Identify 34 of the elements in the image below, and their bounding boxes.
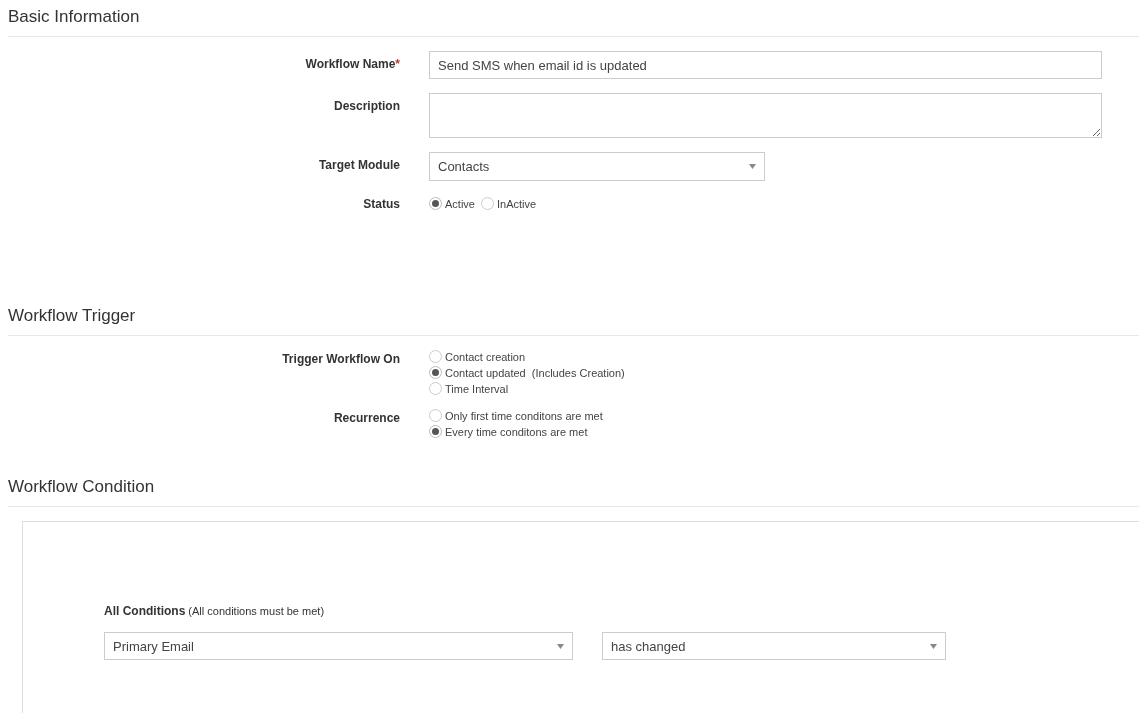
radio-button[interactable] <box>429 425 442 438</box>
condition-group-note: (All conditions must be met) <box>188 605 325 617</box>
radio-button[interactable] <box>429 197 442 210</box>
field-label: Trigger Workflow On <box>282 352 400 366</box>
caret-icon <box>930 643 937 649</box>
dropdown-field[interactable]: Contacts <box>429 152 765 181</box>
dropdown-field[interactable]: has changed <box>602 632 946 660</box>
field-label: Recurrence <box>333 411 400 425</box>
field-label: Description <box>334 99 400 113</box>
caret-icon <box>749 164 756 169</box>
dropdown-field[interactable]: Primary Email <box>104 632 573 660</box>
radio-label: Active <box>445 197 475 210</box>
section-heading: Workflow Trigger <box>7 305 137 327</box>
caret-icon <box>557 643 564 649</box>
required-mark: * <box>395 57 400 71</box>
field-label: Workflow Name <box>305 57 396 71</box>
radio-button[interactable] <box>429 409 442 422</box>
radio-label: Every time conditons are met <box>445 425 588 438</box>
section-heading: Basic Information <box>7 6 141 28</box>
radio-button[interactable] <box>429 366 442 379</box>
radio-label: Only first time conditons are met <box>445 409 603 422</box>
condition-group-title: All Conditions <box>104 604 186 618</box>
field-label: Target Module <box>318 158 400 172</box>
radio-label: Contact creation <box>445 350 526 363</box>
radio-button[interactable] <box>480 197 494 210</box>
text-input-field[interactable]: Send SMS when email id is updated <box>429 51 1102 79</box>
radio-button[interactable] <box>429 382 442 395</box>
radio-label: Contact updated (Includes Creation) <box>445 366 625 379</box>
radio-label: InActive <box>496 197 537 210</box>
section-heading: Workflow Condition <box>7 476 156 498</box>
textarea-field[interactable] <box>429 93 1102 138</box>
field-label: Status <box>363 197 400 211</box>
radio-label: Time Interval <box>445 382 509 395</box>
radio-button[interactable] <box>429 350 442 363</box>
